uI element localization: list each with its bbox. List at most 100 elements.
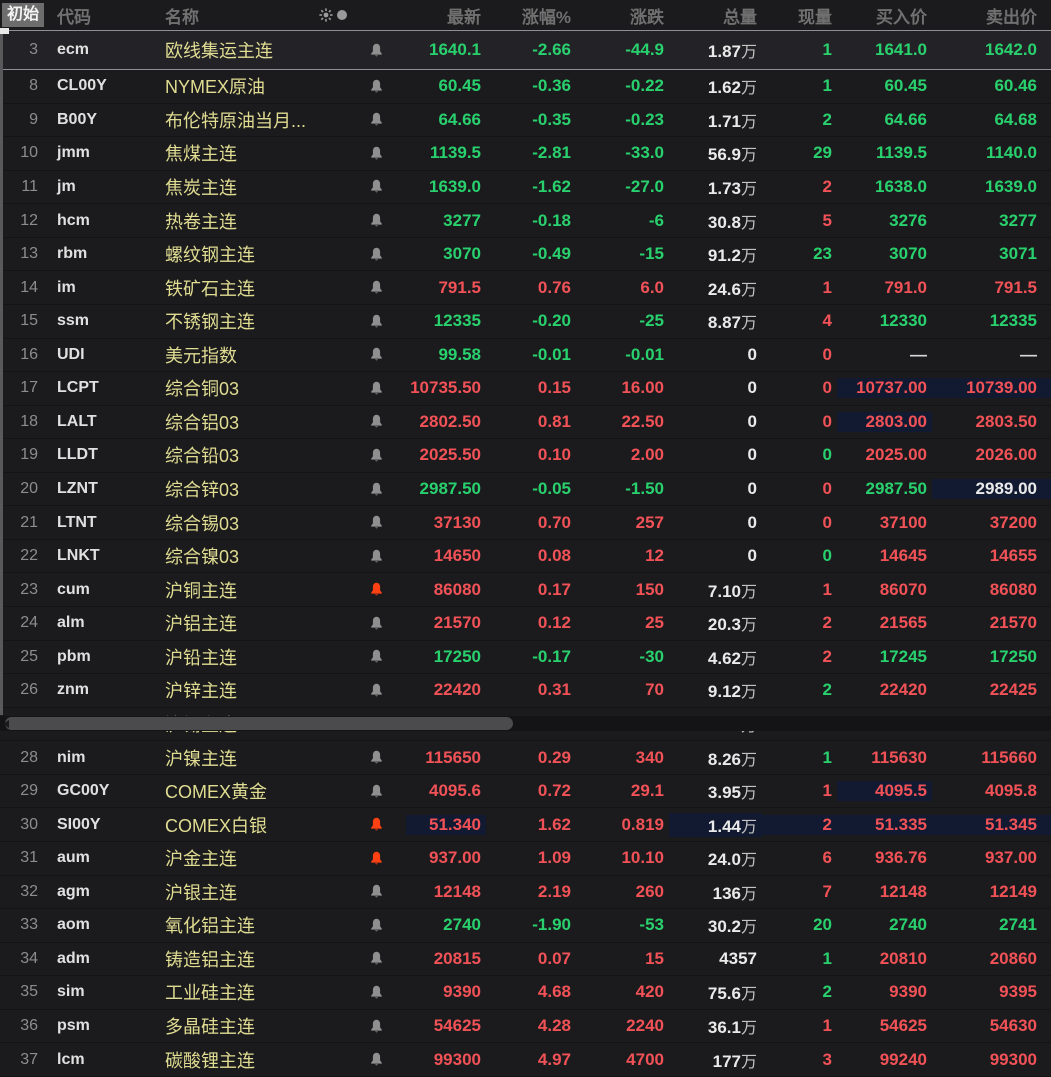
ask-price: 791.5 <box>932 278 1051 298</box>
quote-row-SI00Y[interactable]: 30SI00YCOMEX白银51.3401.620.8191.44万251.33… <box>0 808 1051 842</box>
quote-row-im[interactable]: 14im铁矿石主连791.50.766.024.6万1791.0791.5 <box>0 271 1051 305</box>
alert-bell-icon[interactable] <box>370 146 383 161</box>
row-number: 24 <box>0 614 46 632</box>
alert-bell-icon[interactable] <box>370 247 383 262</box>
alert-bell-icon[interactable] <box>370 179 383 194</box>
instrument-code: jmm <box>46 144 156 162</box>
ask-price: 20860 <box>932 949 1051 969</box>
change-percent: 0.08 <box>486 546 576 566</box>
alert-bell-active-icon[interactable] <box>370 817 383 832</box>
alert-bell-icon[interactable] <box>370 515 383 530</box>
quote-row-LTNT[interactable]: 21LTNT综合锡03371300.70257003710037200 <box>0 506 1051 540</box>
quote-row-pbm[interactable]: 25pbm沪铅主连17250-0.17-304.62万21724517250 <box>0 641 1051 675</box>
quote-row-ssm[interactable]: 15ssm不锈钢主连12335-0.20-258.87万41233012335 <box>0 305 1051 339</box>
quote-row-rbm[interactable]: 13rbm螺纹钢主连3070-0.49-1591.2万2330703071 <box>0 238 1051 272</box>
alert-bell-icon[interactable] <box>370 482 383 497</box>
change-percent: 0.72 <box>486 781 576 801</box>
quote-row-jm[interactable]: 11jm焦炭主连1639.0-1.62-27.01.73万21638.01639… <box>0 171 1051 205</box>
volume-number: 0 <box>748 445 757 465</box>
quote-row-psm[interactable]: 36psm多晶硅主连546254.28224036.1万15462554630 <box>0 1010 1051 1044</box>
quote-row-LALT[interactable]: 18LALT综合铝032802.500.8122.50002803.002803… <box>0 406 1051 440</box>
quote-row-B00Y[interactable]: 9B00Y布伦特原油当月...64.66-0.35-0.231.71万264.6… <box>0 104 1051 138</box>
quote-row-UDI[interactable]: 16UDI美元指数99.58-0.01-0.0100—— <box>0 339 1051 373</box>
column-header-vol[interactable]: 总量 <box>669 3 762 28</box>
alert-bell-icon[interactable] <box>370 213 383 228</box>
header-icons <box>319 8 348 22</box>
column-header-chg[interactable]: 涨跌 <box>576 3 669 28</box>
alert-bell-icon[interactable] <box>370 1019 383 1034</box>
scroll-left-arrow-icon[interactable] <box>3 720 9 728</box>
alert-bell-icon[interactable] <box>370 1052 383 1067</box>
column-header-curvol[interactable]: 现量 <box>762 3 837 28</box>
alert-bell-icon[interactable] <box>370 414 383 429</box>
alert-bell-active-icon[interactable] <box>370 582 383 597</box>
volume-number: 56.9 <box>708 145 741 165</box>
change-percent: -0.17 <box>486 647 576 667</box>
alert-bell-icon[interactable] <box>370 918 383 933</box>
current-volume: 2 <box>762 680 837 700</box>
column-header-initial[interactable]: 初始 <box>0 3 46 27</box>
quote-row-nim[interactable]: 28nim沪镍主连1156500.293408.26万1115630115660 <box>0 741 1051 775</box>
change-percent: 0.15 <box>486 378 576 398</box>
dot-icon[interactable] <box>336 9 348 21</box>
alert-bell-icon[interactable] <box>370 314 383 329</box>
column-header-code[interactable]: 代码 <box>46 3 156 28</box>
alert-bell-icon[interactable] <box>370 750 383 765</box>
column-header-name[interactable]: 名称 <box>156 3 346 28</box>
change-value: -44.9 <box>576 40 669 60</box>
quote-row-cum[interactable]: 23cum沪铜主连860800.171507.10万18607086080 <box>0 573 1051 607</box>
column-header-bid[interactable]: 买入价 <box>837 3 932 28</box>
instrument-name: 沪铜主连 <box>156 577 346 603</box>
quote-rows-container: 3ecm欧线集运主连1640.1-2.66-44.91.87万11641.016… <box>0 30 1051 1077</box>
quote-row-alm[interactable]: 24alm沪铝主连215700.122520.3万22156521570 <box>0 607 1051 641</box>
alert-bell-icon[interactable] <box>370 784 383 799</box>
column-header-ask[interactable]: 卖出价 <box>932 3 1051 28</box>
quote-row-LZNT[interactable]: 20LZNT综合锌032987.50-0.05-1.50002987.50298… <box>0 473 1051 507</box>
change-value: 257 <box>576 513 669 533</box>
volume-number: 0 <box>748 412 757 432</box>
last-price: 1139.5 <box>406 143 486 163</box>
bid-price: 2740 <box>837 915 932 935</box>
quote-row-aom[interactable]: 33aom氧化铝主连2740-1.90-5330.2万2027402741 <box>0 909 1051 943</box>
quote-row-LLDT[interactable]: 19LLDT综合铅032025.500.102.00002025.002026.… <box>0 439 1051 473</box>
alert-bell-active-icon[interactable] <box>370 851 383 866</box>
alert-bell-icon[interactable] <box>370 381 383 396</box>
sun-icon[interactable] <box>319 8 333 22</box>
quote-row-LNKT[interactable]: 22LNKT综合镍03146500.0812001464514655 <box>0 540 1051 574</box>
vertical-scrollbar[interactable] <box>0 31 3 715</box>
quote-row-aum[interactable]: 31aum沪金主连937.001.0910.1024.0万6936.76937.… <box>0 842 1051 876</box>
horizontal-scrollbar[interactable] <box>0 716 1051 731</box>
alert-bell-icon[interactable] <box>370 79 383 94</box>
volume-unit: 万 <box>741 1014 757 1038</box>
alert-bell-icon[interactable] <box>370 112 383 127</box>
horizontal-scrollbar-thumb[interactable] <box>5 717 513 730</box>
alert-bell-icon[interactable] <box>370 448 383 463</box>
last-price: 1640.1 <box>406 40 486 60</box>
alert-bell-icon[interactable] <box>370 616 383 631</box>
alert-bell-icon[interactable] <box>370 884 383 899</box>
alert-bell-icon[interactable] <box>370 951 383 966</box>
alert-bell-icon[interactable] <box>370 347 383 362</box>
alert-bell-icon[interactable] <box>370 985 383 1000</box>
quote-row-sim[interactable]: 35sim工业硅主连93904.6842075.6万293909395 <box>0 976 1051 1010</box>
quote-row-adm[interactable]: 34adm铸造铝主连208150.0715435712081020860 <box>0 943 1051 977</box>
alert-bell-icon[interactable] <box>370 649 383 664</box>
current-volume: 0 <box>762 546 837 566</box>
quote-row-znm[interactable]: 26znm沪锌主连224200.31709.12万22242022425 <box>0 674 1051 708</box>
quote-row-hcm[interactable]: 12hcm热卷主连3277-0.18-630.8万532763277 <box>0 204 1051 238</box>
ask-price: 2989.00 <box>932 479 1051 499</box>
alert-bell-icon[interactable] <box>370 43 383 58</box>
alert-bell-icon[interactable] <box>370 549 383 564</box>
quote-row-lcm[interactable]: 37lcm碳酸锂主连993004.974700177万39924099300 <box>0 1043 1051 1077</box>
alert-bell-icon[interactable] <box>370 280 383 295</box>
column-header-last[interactable]: 最新 <box>406 3 486 28</box>
alert-bell-icon[interactable] <box>370 683 383 698</box>
change-value: 2.00 <box>576 445 669 465</box>
column-header-pct[interactable]: 涨幅% <box>486 3 576 28</box>
quote-row-jmm[interactable]: 10jmm焦煤主连1139.5-2.81-33.056.9万291139.511… <box>0 137 1051 171</box>
quote-row-LCPT[interactable]: 17LCPT综合铜0310735.500.1516.000010737.0010… <box>0 372 1051 406</box>
quote-row-CL00Y[interactable]: 8CL00YNYMEX原油60.45-0.36-0.221.62万160.456… <box>0 70 1051 104</box>
quote-row-agm[interactable]: 32agm沪银主连121482.19260136万71214812149 <box>0 876 1051 910</box>
quote-row-ecm[interactable]: 3ecm欧线集运主连1640.1-2.66-44.91.87万11641.016… <box>0 30 1051 70</box>
quote-row-GC00Y[interactable]: 29GC00YCOMEX黄金4095.60.7229.13.95万14095.5… <box>0 775 1051 809</box>
